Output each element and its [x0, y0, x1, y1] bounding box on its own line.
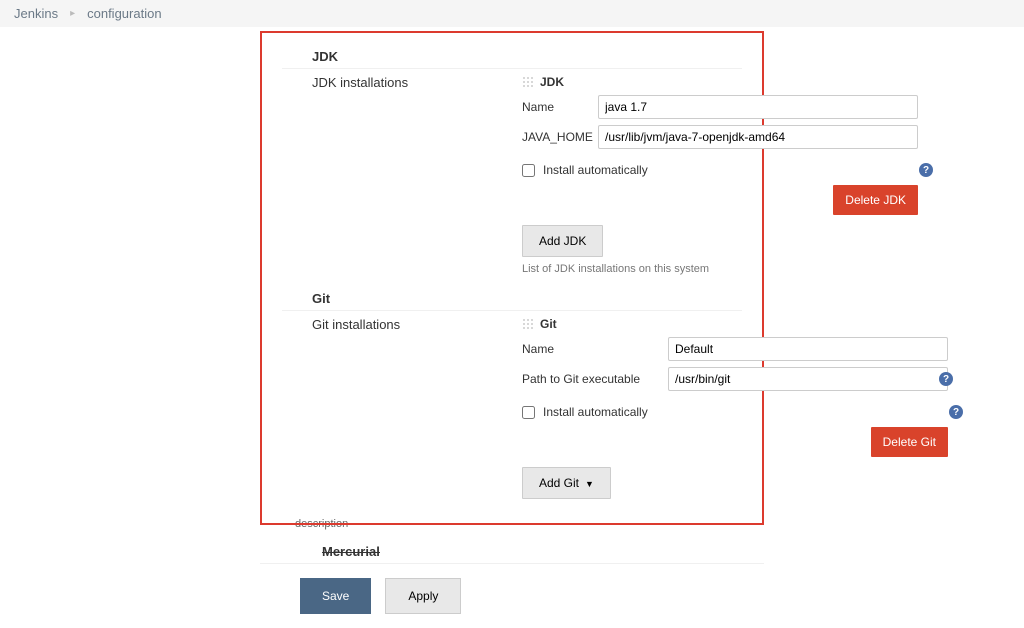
jdk-home-label: JAVA_HOME [522, 130, 592, 144]
grip-icon [522, 76, 534, 88]
help-icon[interactable]: ? [919, 163, 933, 177]
add-git-button[interactable]: Add Git▼ [522, 467, 611, 499]
config-highlight: JDK JDK installations JDK Name JAVA_HOME [260, 31, 764, 525]
git-section-title: Git [282, 285, 742, 311]
jdk-name-label: Name [522, 100, 592, 114]
footer-actions: Save Apply [260, 564, 1024, 628]
jdk-tool-label: JDK [540, 75, 564, 89]
git-tool-label: Git [540, 317, 557, 331]
mercurial-section-title: Mercurial [260, 530, 764, 564]
apply-button[interactable]: Apply [385, 578, 461, 614]
git-path-input[interactable] [668, 367, 948, 391]
git-path-label: Path to Git executable [522, 372, 662, 386]
git-install-auto-checkbox[interactable] [522, 406, 535, 419]
jdk-name-input[interactable] [598, 95, 918, 119]
breadcrumb-current[interactable]: configuration [87, 6, 161, 21]
git-name-input[interactable] [668, 337, 948, 361]
jdk-installations-label: JDK installations [282, 75, 522, 275]
git-install-auto-label: Install automatically [543, 405, 648, 419]
help-icon[interactable]: ? [949, 405, 963, 419]
delete-git-button[interactable]: Delete Git [871, 427, 948, 457]
grip-icon [522, 318, 534, 330]
save-button[interactable]: Save [300, 578, 371, 614]
caret-down-icon: ▼ [585, 479, 594, 489]
jdk-section-title: JDK [282, 43, 742, 69]
chevron-right-icon: ▸ [70, 8, 75, 19]
jdk-section: JDK JDK installations JDK Name JAVA_HOME [282, 43, 742, 275]
git-name-label: Name [522, 342, 662, 356]
git-section: Git Git installations Git Name Path to G… [282, 285, 742, 503]
help-icon[interactable]: ? [939, 372, 953, 386]
delete-jdk-button[interactable]: Delete JDK [833, 185, 918, 215]
add-jdk-button[interactable]: Add JDK [522, 225, 603, 257]
breadcrumb-root[interactable]: Jenkins [14, 6, 58, 21]
jdk-home-input[interactable] [598, 125, 918, 149]
git-installations-label: Git installations [282, 317, 522, 503]
breadcrumb: Jenkins ▸ configuration [0, 0, 1024, 27]
jdk-install-auto-checkbox[interactable] [522, 164, 535, 177]
jdk-helper-text: List of JDK installations on this system [522, 263, 918, 275]
jdk-install-auto-label: Install automatically [543, 163, 648, 177]
